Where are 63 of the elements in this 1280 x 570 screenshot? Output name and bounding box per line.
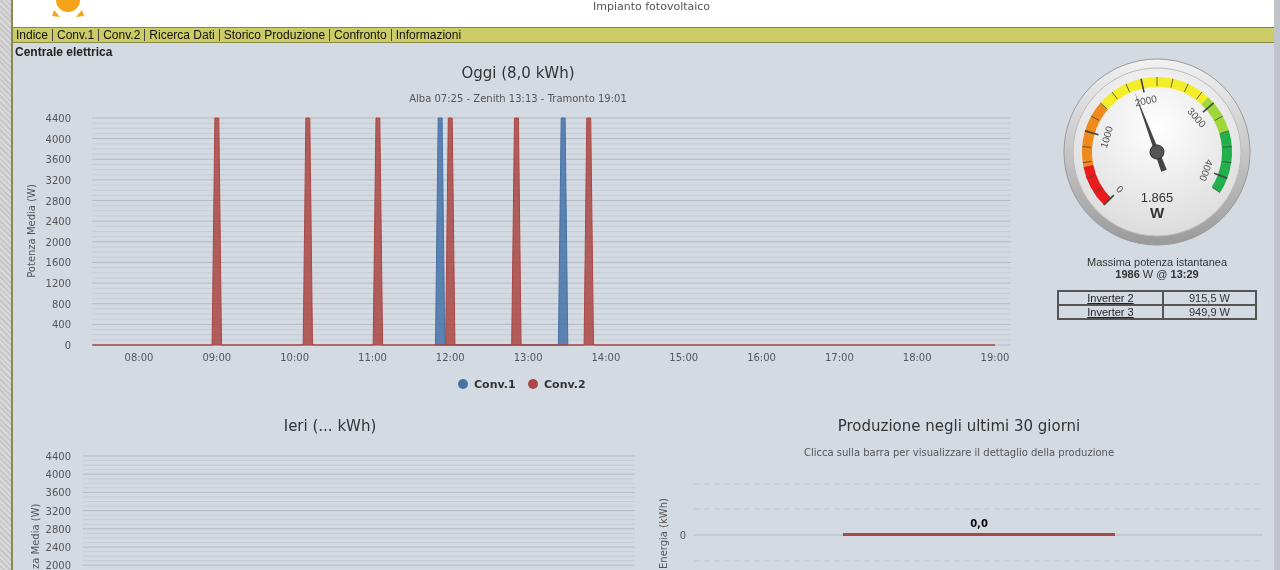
x-axis-label: 19:00 (980, 352, 1010, 363)
y-axis-label: 3600 (45, 487, 71, 499)
y-axis-label: 400 (51, 319, 71, 331)
legend-label[interactable]: Conv.1 (474, 378, 516, 391)
max-power-label: Massima potenza istantanea (1087, 256, 1227, 268)
y-axis-label: 4400 (45, 451, 71, 462)
header-subtitle: Impianto fotovoltaico (593, 0, 711, 13)
y-axis-label: 0 (64, 340, 71, 351)
y-axis-label: 800 (51, 298, 71, 310)
x-axis-label: 15:00 (669, 352, 699, 363)
nav-link[interactable]: Conv.2 (98, 29, 145, 41)
y-axis-label: 1600 (45, 257, 71, 269)
y-axis-label: 4000 (45, 469, 71, 481)
max-power-value: 1986 W @ 13:29 (1115, 268, 1199, 280)
x-axis-label: 10:00 (280, 352, 310, 363)
chart-subtitle: Clicca sulla barra per visualizzare il dettaglio della produzione (803, 447, 1115, 458)
chart-bar[interactable] (843, 533, 1115, 536)
gauge-scale-label: 0 (1114, 183, 1126, 195)
x-axis-label: 08:00 (124, 352, 154, 363)
nav-link[interactable]: Conv.1 (52, 29, 99, 41)
y-axis-label: 3200 (45, 174, 71, 186)
y-axis-label: 0 (679, 530, 687, 541)
section-title: Centrale elettrica (14, 44, 114, 59)
nav-link[interactable]: Confronto (329, 29, 391, 41)
chart-title: Ieri (... kWh) (283, 417, 377, 435)
x-axis-label: 16:00 (747, 352, 776, 363)
inverter-power: 915,5 W (1162, 291, 1256, 305)
x-axis-label: 11:00 (358, 352, 387, 363)
nav-link[interactable]: Indice (16, 29, 53, 41)
y-axis-label: 1200 (45, 278, 71, 290)
gauge-reading: 1.865 (1140, 190, 1174, 205)
x-axis-label: 14:00 (591, 352, 621, 363)
nav-link[interactable]: Informazioni (390, 29, 466, 41)
x-axis-label: 09:00 (202, 352, 232, 363)
y-axis-label: 3600 (45, 154, 71, 166)
chart-title: Produzione negli ultimi 30 giorni (837, 417, 1081, 435)
x-axis-label: 18:00 (902, 352, 932, 363)
legend-label[interactable]: Conv.2 (544, 378, 586, 391)
gauge-scale-label: 1000 (1098, 124, 1116, 150)
y-axis-label: 2400 (45, 542, 71, 553)
nav-link[interactable]: Storico Produzione (218, 29, 330, 41)
gauge-scale-label: 4000 (1197, 158, 1216, 183)
data-label: 0,0 (970, 518, 988, 529)
gauge-unit: W (1149, 204, 1165, 221)
inverter-power: 949,9 W (1162, 305, 1256, 319)
gauge-scale-label: 2000 (1133, 92, 1158, 109)
x-axis-label: 12:00 (435, 352, 465, 363)
nav-link[interactable]: Ricerca Dati (144, 29, 219, 41)
y-axis-title: Potenza Media (W) (26, 184, 37, 278)
y-axis-label: 2800 (45, 523, 71, 535)
y-axis-label: 2800 (45, 195, 71, 207)
x-axis-label: 17:00 (824, 352, 854, 363)
y-axis-label: 2400 (45, 216, 71, 228)
y-axis-label: 2000 (45, 236, 71, 248)
y-axis-title: za Media (W) (30, 503, 41, 569)
y-axis-label: 4400 (45, 113, 71, 124)
chart-subtitle: Alba 07:25 - Zenith 13:13 - Tramonto 19:01 (409, 93, 627, 104)
y-axis-label: 2000 (45, 560, 71, 569)
y-axis-title: Energia (kWh) (658, 498, 669, 569)
chart-title: Oggi (8,0 kWh) (461, 64, 575, 82)
y-axis-label: 3200 (45, 505, 71, 517)
y-axis-label: 4000 (45, 133, 71, 145)
x-axis-label: 13:00 (513, 352, 543, 363)
